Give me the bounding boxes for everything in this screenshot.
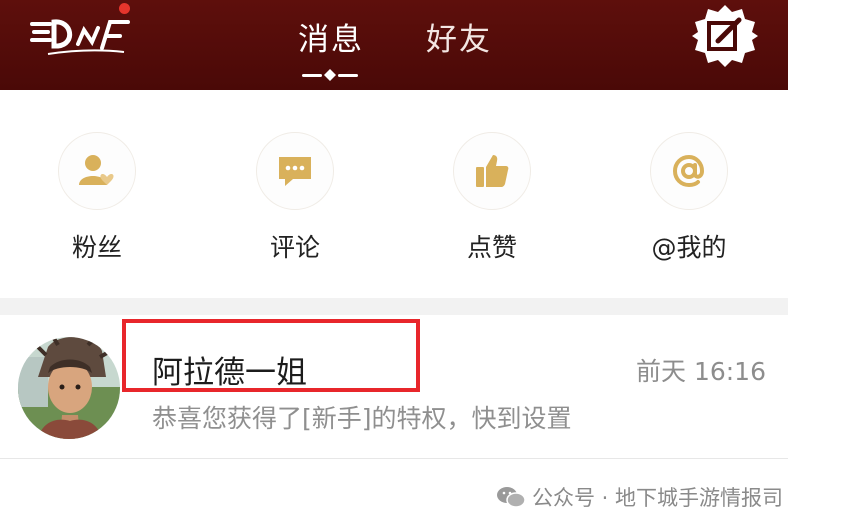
app-window: 消息 好友 粉丝 评论 点赞 @我的 阿拉德一姐 前天 16:16 恭喜您获得了… [0, 0, 788, 532]
quick-actions-row: 粉丝 评论 点赞 @我的 [0, 90, 788, 298]
at-icon [672, 154, 705, 188]
comments-label: 评论 [269, 233, 320, 262]
thumbs-up-icon-circle [453, 132, 531, 210]
dnf-logo [30, 19, 130, 55]
thumbs-up-icon [476, 155, 509, 187]
fans-icon [79, 155, 114, 185]
mentions-label: @我的 [651, 233, 727, 262]
active-tab-indicator [302, 69, 358, 81]
watermark-text: 公众号 · 地下城手游情报司 [532, 486, 784, 510]
avatar[interactable] [18, 337, 120, 439]
notification-dot [119, 3, 130, 14]
message-time: 前天 16:16 [636, 357, 766, 386]
fans-button[interactable]: 粉丝 [42, 132, 152, 264]
likes-label: 点赞 [466, 233, 517, 262]
highlight-box [122, 319, 420, 392]
fans-icon-circle [58, 132, 136, 210]
fans-label: 粉丝 [71, 233, 122, 262]
likes-button[interactable]: 点赞 [437, 132, 547, 264]
wechat-icon [497, 487, 526, 508]
comments-button[interactable]: 评论 [240, 132, 350, 264]
tab-friends[interactable]: 好友 [426, 14, 492, 59]
watermark: 公众号 · 地下城手游情报司 [496, 482, 783, 512]
top-navigation-bar: 消息 好友 [0, 0, 788, 90]
mentions-button[interactable]: @我的 [634, 132, 744, 264]
comment-icon-circle [256, 132, 334, 210]
section-separator [0, 298, 788, 315]
comment-icon [279, 157, 311, 186]
at-icon-circle [650, 132, 728, 210]
message-list-item[interactable]: 阿拉德一姐 前天 16:16 恭喜您获得了[新手]的特权，快到设置 [0, 315, 788, 458]
list-divider [0, 458, 788, 459]
compose-icon[interactable] [692, 3, 758, 69]
tab-messages[interactable]: 消息 [298, 14, 364, 59]
message-preview: 恭喜您获得了[新手]的特权，快到设置 [152, 404, 572, 433]
